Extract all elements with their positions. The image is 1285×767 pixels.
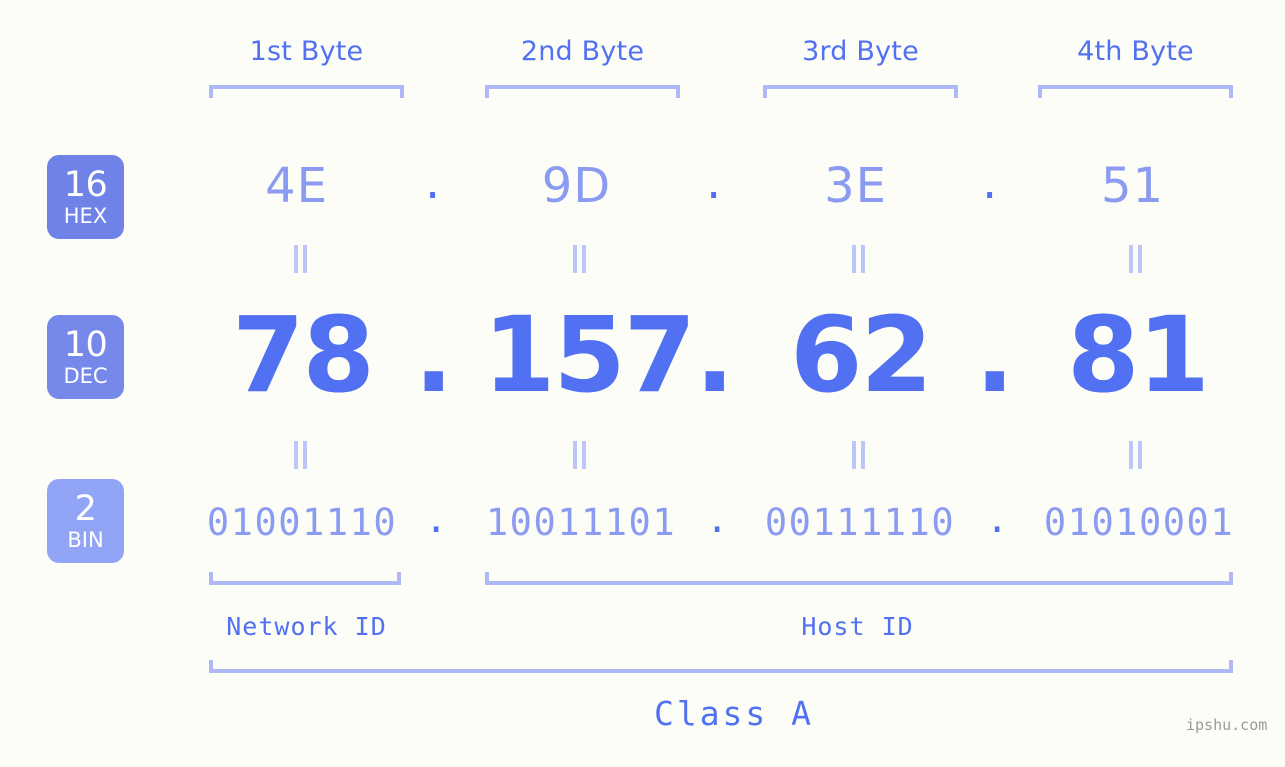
dec-octet-4: 81 (1067, 294, 1210, 416)
host-id-bracket (485, 572, 1233, 585)
class-label: Class A (653, 694, 815, 733)
hex-separator-2: . (706, 154, 722, 210)
dec-separator-2: . (695, 294, 735, 416)
hex-octet-4: 51 (1100, 158, 1165, 214)
byte-header-1: 1st Byte (249, 36, 364, 67)
base-badge-hex-number: 16 (63, 164, 108, 205)
dec-octet-2: 157 (483, 294, 696, 416)
base-badge-bin-name: BIN (67, 527, 104, 552)
base-badge-dec: 10 DEC (47, 315, 124, 399)
network-id-bracket (209, 572, 401, 585)
byte-header-3: 3rd Byte (802, 36, 919, 67)
dec-separator-3: . (975, 294, 1015, 416)
byte-bracket-2 (485, 85, 680, 98)
bin-octet-4: 01010001 (1043, 501, 1235, 544)
watermark: ipshu.com (1186, 716, 1268, 734)
equals-mark-dec-bin-2 (571, 441, 589, 469)
bin-separator-2: . (706, 498, 729, 541)
bin-octet-3: 00111110 (764, 501, 956, 544)
base-badge-bin-number: 2 (74, 488, 97, 529)
bin-separator-3: . (986, 498, 1009, 541)
byte-header-4: 4th Byte (1077, 36, 1194, 67)
bin-octet-2: 10011101 (485, 501, 677, 544)
class-bracket (209, 660, 1233, 673)
bin-separator-1: . (425, 498, 448, 541)
base-badge-hex: 16 HEX (47, 155, 124, 239)
equals-mark-hex-dec-2 (571, 245, 589, 273)
base-badge-dec-number: 10 (63, 324, 108, 365)
base-badge-bin: 2 BIN (47, 479, 124, 563)
byte-bracket-1 (209, 85, 404, 98)
hex-octet-2: 9D (541, 158, 612, 214)
hex-octet-3: 3E (824, 158, 887, 214)
dec-octet-1: 78 (232, 294, 375, 416)
byte-bracket-4 (1038, 85, 1233, 98)
byte-bracket-3 (763, 85, 958, 98)
hex-separator-1: . (425, 154, 441, 210)
hex-separator-3: . (982, 154, 998, 210)
base-badge-hex-name: HEX (63, 203, 108, 228)
equals-mark-dec-bin-4 (1127, 441, 1145, 469)
equals-mark-dec-bin-3 (850, 441, 868, 469)
bin-octet-1: 01001110 (206, 501, 398, 544)
host-id-label: Host ID (801, 612, 914, 641)
ip-address-breakdown-diagram: 1st Byte 2nd Byte 3rd Byte 4th Byte 16 H… (0, 0, 1285, 767)
network-id-label: Network ID (226, 612, 387, 641)
equals-mark-hex-dec-3 (850, 245, 868, 273)
byte-header-2: 2nd Byte (520, 36, 645, 67)
equals-mark-hex-dec-1 (292, 245, 310, 273)
dec-separator-1: . (414, 294, 454, 416)
base-badge-dec-name: DEC (63, 363, 108, 388)
equals-mark-dec-bin-1 (292, 441, 310, 469)
hex-octet-1: 4E (265, 158, 328, 214)
equals-mark-hex-dec-4 (1127, 245, 1145, 273)
dec-octet-3: 62 (790, 294, 933, 416)
